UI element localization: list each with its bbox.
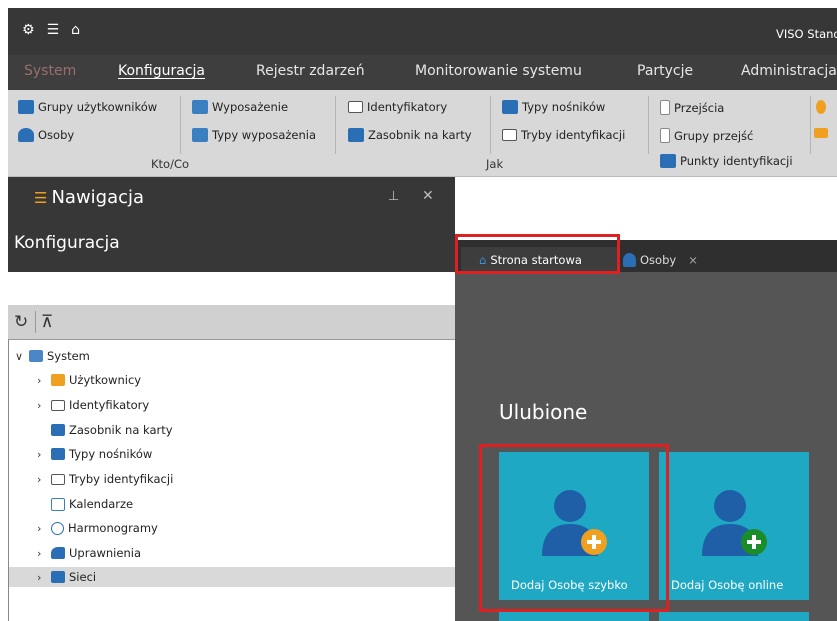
collapse-all-icon[interactable]: ⊼: [41, 312, 53, 332]
chevron-right-icon[interactable]: ›: [37, 448, 51, 461]
tab-osoby[interactable]: Osoby ×: [623, 247, 723, 272]
system-icon: [29, 350, 43, 362]
menu-monitorowanie[interactable]: Monitorowanie systemu: [415, 63, 582, 79]
id-modes-icon: [502, 129, 517, 141]
clock-icon: [51, 521, 64, 535]
tree-item-typy-nosnikow[interactable]: › Typy nośników: [37, 444, 152, 464]
tree-item-system[interactable]: ∨ System: [15, 346, 90, 366]
tree-icon[interactable]: ☰: [47, 22, 60, 38]
person-icon: [623, 252, 636, 267]
ribbon-zasobnik[interactable]: Zasobnik na karty: [348, 128, 472, 142]
users-icon[interactable]: ⚙: [22, 22, 35, 38]
users-icon: [51, 374, 65, 386]
chevron-down-icon[interactable]: ∨: [15, 350, 29, 363]
tree-icon: ☰: [34, 188, 48, 207]
highlight-tab: [455, 234, 620, 274]
navigation-tree: ∨ System › Użytkownicy › Identyfikatory …: [8, 339, 456, 621]
tree-item-zasobnik[interactable]: Zasobnik na karty: [51, 420, 173, 440]
bulb-icon[interactable]: [816, 100, 826, 114]
media-types-icon: [502, 100, 518, 114]
tree-item-kalendarze[interactable]: Kalendarze: [51, 494, 133, 514]
add-person-online-icon: [702, 490, 767, 556]
reader-icon: [660, 154, 676, 168]
media-types-icon: [51, 448, 65, 460]
tree-item-tryby[interactable]: › Tryby identyfikacji: [37, 469, 173, 489]
chevron-right-icon[interactable]: ›: [37, 399, 51, 412]
close-icon[interactable]: ✕: [422, 188, 434, 204]
app-title: VISO Standa: [776, 27, 837, 41]
equipment-icon: [192, 100, 208, 114]
id-card-icon: [348, 101, 363, 113]
chevron-right-icon[interactable]: ›: [37, 522, 51, 535]
ribbon-osoby[interactable]: Osoby: [18, 128, 74, 142]
tile-label: Dodaj Osobę online: [671, 578, 784, 592]
pin-icon[interactable]: ⊥: [388, 189, 399, 204]
persons-orange-icon[interactable]: [814, 128, 828, 138]
group-label-jak: Jak: [486, 157, 504, 171]
tree-item-uzytkownicy[interactable]: › Użytkownicy: [37, 370, 141, 390]
tree-item-identyfikatory[interactable]: › Identyfikatory: [37, 395, 149, 415]
tile-add-person-online[interactable]: Dodaj Osobę online: [659, 452, 809, 600]
ribbon-przejscia[interactable]: Przejścia: [660, 100, 724, 115]
menu-bar: System Konfiguracja Rejestr zdarzeń Moni…: [8, 55, 837, 90]
navigation-panel-header: ☰ Nawigacja ⊥ ✕ Konfiguracja: [8, 177, 455, 272]
home-icon[interactable]: ⌂: [71, 22, 80, 38]
tile-partial[interactable]: [499, 612, 649, 621]
id-modes-icon: [51, 473, 65, 485]
card-holder-icon: [348, 128, 364, 142]
ribbon-grupy-uzytkownikow[interactable]: Grupy użytkowników: [18, 100, 157, 114]
navigation-title: ☰ Nawigacja: [34, 187, 145, 208]
chevron-right-icon[interactable]: ›: [37, 547, 51, 560]
user-group-icon: [18, 100, 34, 114]
favorites-title: Ulubione: [499, 400, 588, 424]
menu-rejestr-zdarzen[interactable]: Rejestr zdarzeń: [256, 63, 365, 79]
tile-partial[interactable]: [659, 612, 809, 621]
app-window: ⚙ ☰ ⌂ VISO Standa System Konfiguracja Re…: [0, 0, 837, 621]
equipment-types-icon: [192, 128, 208, 142]
navigation-section-title: Konfiguracja: [14, 233, 120, 253]
menu-konfiguracja[interactable]: Konfiguracja: [118, 63, 205, 79]
ribbon-typy-wyposazenia[interactable]: Typy wyposażenia: [192, 128, 316, 142]
chevron-right-icon[interactable]: ›: [37, 473, 51, 486]
menu-administracja[interactable]: Administracja: [741, 63, 837, 79]
close-tab-icon[interactable]: ×: [688, 253, 698, 267]
chevron-right-icon[interactable]: ›: [37, 571, 51, 584]
ribbon-punkty-identyfikacji[interactable]: Punkty identyfikacji: [660, 154, 793, 168]
door-icon: [660, 100, 670, 115]
card-holder-icon: [51, 424, 65, 436]
network-icon: [51, 571, 65, 583]
tree-toolbar: ↻ ⊼: [8, 305, 455, 339]
ribbon-typy-nosnikow[interactable]: Typy nośników: [502, 100, 605, 114]
menu-system[interactable]: System: [24, 63, 76, 79]
ribbon-tryby-identyfikacji[interactable]: Tryby identyfikacji: [502, 128, 625, 142]
highlight-tile: [479, 444, 669, 612]
ribbon: Grupy użytkowników Osoby Wyposażenie Typ…: [8, 90, 837, 177]
id-card-icon: [51, 399, 65, 411]
tree-item-sieci[interactable]: › Sieci: [9, 567, 455, 587]
key-icon: [51, 547, 65, 559]
door-group-icon: [660, 128, 670, 143]
title-bar: ⚙ ☰ ⌂ VISO Standa: [8, 8, 837, 55]
tree-item-uprawnienia[interactable]: › Uprawnienia: [37, 543, 141, 563]
person-icon: [18, 128, 34, 142]
menu-partycje[interactable]: Partycje: [637, 63, 693, 79]
calendar-icon: [51, 497, 65, 511]
tree-item-harmonogramy[interactable]: › Harmonogramy: [37, 518, 158, 538]
ribbon-wyposazenie[interactable]: Wyposażenie: [192, 100, 288, 114]
group-label-kto-co: Kto/Co: [151, 157, 190, 171]
refresh-icon[interactable]: ↻: [14, 312, 28, 332]
ribbon-identyfikatory[interactable]: Identyfikatory: [348, 100, 447, 114]
chevron-right-icon[interactable]: ›: [37, 374, 51, 387]
ribbon-grupy-przejsc[interactable]: Grupy przejść: [660, 128, 753, 143]
